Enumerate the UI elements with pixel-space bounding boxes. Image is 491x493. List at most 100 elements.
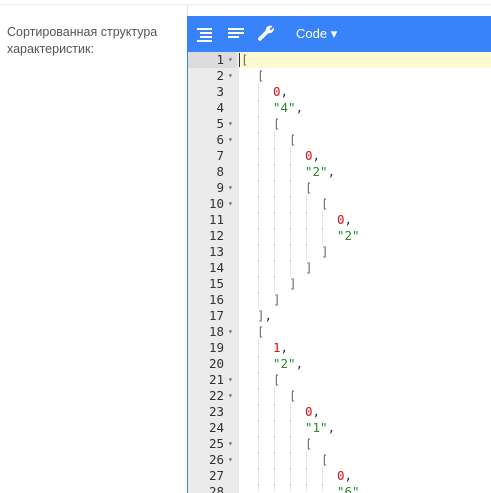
code-line: 0, [337,212,352,228]
compact-button[interactable] [224,22,248,46]
indent-guide [258,452,259,468]
bracket-token: ] [305,260,313,275]
line-number: 6 [216,132,224,147]
bracket-token: [ [241,52,249,67]
indent-guide [306,244,307,260]
indent-guide [274,452,275,468]
indent-guide [274,276,275,292]
fold-toggle-icon[interactable]: ▾ [228,180,233,196]
fold-toggle-icon[interactable]: ▾ [228,52,233,68]
indent-guide [290,452,291,468]
line-number-row: 18 ▾ [188,324,237,340]
code-line: 0, [305,148,320,164]
mode-dropdown[interactable]: Code ▾ [296,26,337,42]
fold-toggle-icon[interactable]: ▾ [228,324,233,340]
comma-token: , [295,356,304,371]
line-number-row: 26 ▾ [188,452,237,468]
indent-guide [258,148,259,164]
indent-guide [258,228,259,244]
bracket-token: [ [257,324,265,339]
indent-guide [258,276,259,292]
line-number-gutter: 1 ▾ 2 ▾ 3 4 5 ▾ 6 ▾ 7 8 9 ▾ 10 ▾ 11 12 13 14 15 16 17 18 ▾ 19 20 21… [188,52,239,493]
code-line: 0, [273,84,288,100]
comma-token: , [344,468,353,483]
line-number-row: 9 ▾ [188,180,237,196]
line-number: 25 [208,436,224,451]
number-token: 0 [305,404,313,419]
code-line: [ [321,452,329,468]
line-number: 4 [216,100,224,115]
line-number: 8 [216,164,224,179]
fold-toggle-icon[interactable]: ▾ [228,196,233,212]
code-line: [ [273,372,281,388]
line-number-row: 16 [188,292,237,308]
line-number: 11 [208,212,224,227]
code-line: [ [305,180,313,196]
line-number-row: 8 [188,164,237,180]
line-number: 22 [208,388,224,403]
code-line: 0, [305,404,320,420]
line-number-row: 4 [188,100,237,116]
line-number: 27 [208,468,224,483]
line-number-row: 15 [188,276,237,292]
indent-guide [290,436,291,452]
line-number: 14 [208,260,224,275]
indent-guide [290,404,291,420]
line-number-row: 21 ▾ [188,372,237,388]
indent-guide [274,260,275,276]
indent-guide [322,484,323,493]
compact-icon [228,28,244,38]
code-line: 1, [273,340,288,356]
fold-toggle-icon[interactable]: ▾ [228,132,233,148]
bracket-token: [ [321,196,329,211]
comma-token: , [327,420,336,435]
repair-button[interactable] [254,22,278,46]
line-number-row: 28 [188,484,237,493]
line-number-row: 13 [188,244,237,260]
indent-guide [258,292,259,308]
bracket-token: ] [273,292,281,307]
fold-toggle-icon[interactable]: ▾ [228,436,233,452]
indent-guide [290,196,291,212]
string-token: "6" [337,484,360,493]
line-number-row: 20 [188,356,237,372]
comma-token: , [295,100,304,115]
indent-guide [290,212,291,228]
indent-guide [258,340,259,356]
line-number: 24 [208,420,224,435]
json-code-editor[interactable]: Code ▾ 1 ▾ 2 ▾ 3 4 5 ▾ 6 ▾ 7 8 9 ▾ 10 ▾ 11 12 13 14 15 16 17 18… [187,16,491,493]
comma-token: , [344,212,353,227]
comma-token: , [359,484,368,493]
code-line: [ [321,196,329,212]
indent-guide [274,420,275,436]
fold-toggle-icon[interactable]: ▾ [228,452,233,468]
wrench-icon [258,25,274,41]
code-line: ] [289,276,297,292]
format-button[interactable] [193,22,217,46]
code-line: 0, [337,468,352,484]
indent-guide [274,148,275,164]
indent-guide [274,132,275,148]
fold-toggle-icon[interactable]: ▾ [228,116,233,132]
indent-guide [258,196,259,212]
code-line: "4", [273,100,303,116]
indent-guide [306,468,307,484]
indent-guide [290,180,291,196]
line-number: 20 [208,356,224,371]
indent-guide [258,404,259,420]
code-line: ] [305,260,313,276]
indent-guide [322,468,323,484]
fold-toggle-icon[interactable]: ▾ [228,68,233,84]
indent-guide [258,356,259,372]
indent-guide [258,180,259,196]
bracket-token: ] [289,276,297,291]
fold-toggle-icon[interactable]: ▾ [228,372,233,388]
indent-guide [274,388,275,404]
number-token: 0 [273,84,281,99]
fold-toggle-icon[interactable]: ▾ [228,388,233,404]
code-line: [ [289,388,297,404]
indent-guide [258,436,259,452]
code-area[interactable]: [[0, "4",[[0, "2",[[0, "2"]]]]],[1, "2",[[0,… [239,52,491,493]
indent-guide [258,260,259,276]
indent-guide [274,436,275,452]
